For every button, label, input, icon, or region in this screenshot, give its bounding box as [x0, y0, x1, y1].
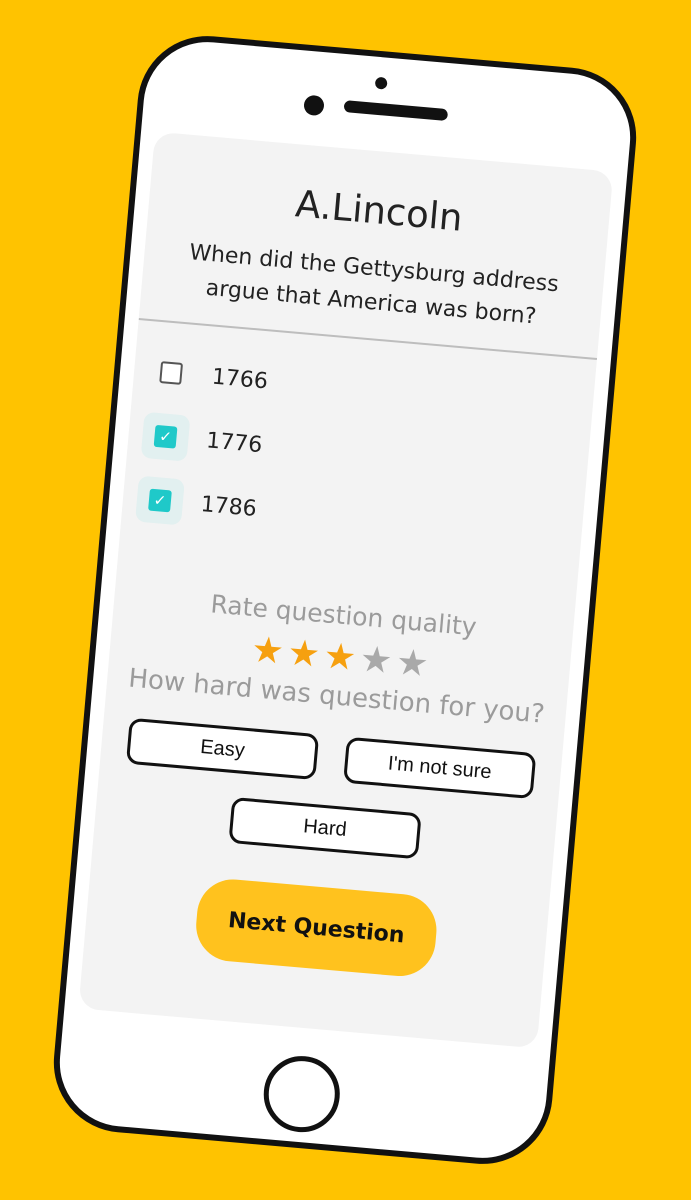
next-question-button[interactable]: Next Question	[193, 876, 440, 980]
check-icon: ✓	[158, 426, 173, 446]
check-icon: ✓	[152, 490, 168, 510]
not-sure-button[interactable]: I'm not sure	[343, 736, 537, 800]
option-label: 1766	[210, 364, 269, 394]
checkbox-1766[interactable]	[159, 361, 184, 385]
answer-options: 1766 ✓ 1776 ✓ 1786	[120, 338, 595, 569]
front-camera	[303, 94, 325, 117]
question-text: When did the Gettysburg address argue th…	[188, 240, 560, 330]
star-icon[interactable]: ★	[250, 629, 286, 673]
star-icon[interactable]: ★	[322, 635, 358, 679]
checkbox-1786[interactable]: ✓	[148, 488, 172, 513]
checkbox-1776[interactable]: ✓	[153, 424, 178, 449]
phone-frame: A.Lincoln When did the Gettysburg addres…	[48, 30, 642, 1170]
star-icon[interactable]: ★	[394, 642, 430, 686]
stage: A.Lincoln When did the Gettysburg addres…	[0, 0, 691, 1200]
hard-button[interactable]: Hard	[228, 796, 422, 860]
star-icon[interactable]: ★	[358, 639, 394, 683]
phone-screen: A.Lincoln When did the Gettysburg addres…	[78, 131, 614, 1049]
sensor-dot	[374, 76, 388, 90]
next-row: Next Question	[84, 867, 549, 989]
option-label: 1776	[205, 427, 264, 458]
option-label: 1786	[199, 491, 258, 522]
easy-button[interactable]: Easy	[125, 717, 320, 781]
earpiece-speaker	[343, 100, 449, 122]
difficulty-row-1: Easy I'm not sure	[100, 715, 562, 801]
star-icon[interactable]: ★	[286, 632, 322, 676]
difficulty-row-2: Hard	[94, 785, 556, 871]
home-button[interactable]	[260, 1052, 343, 1136]
